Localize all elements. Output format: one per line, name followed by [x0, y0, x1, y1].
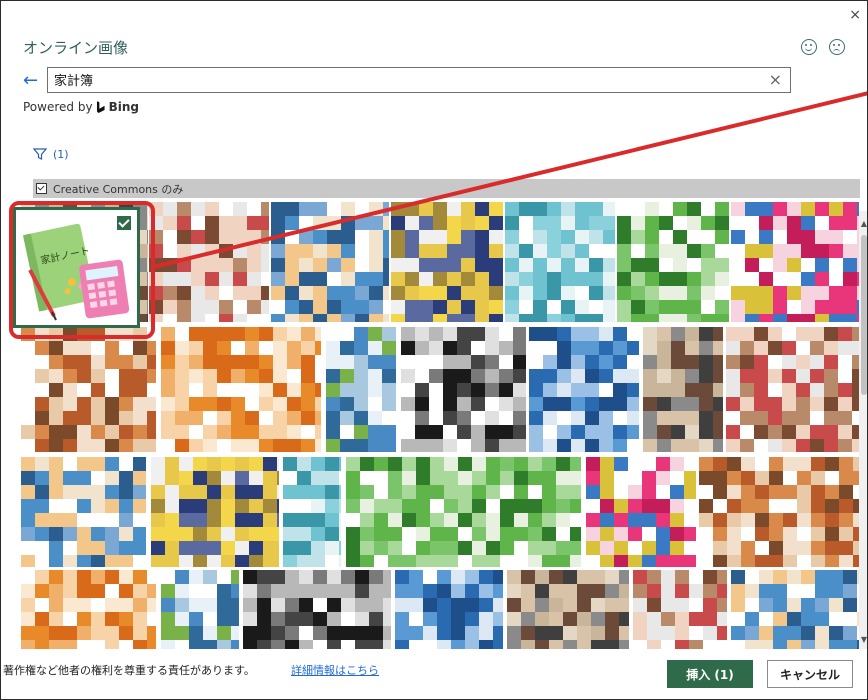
image-result-tile[interactable] — [243, 570, 391, 649]
creative-commons-label: Creative Commons のみ — [53, 182, 184, 196]
filter-count: (1) — [53, 147, 69, 161]
thumbnail-image — [346, 457, 581, 567]
highlight-annotation-box — [9, 201, 155, 339]
thumbnail-image — [161, 327, 321, 452]
thumbnail-image — [283, 457, 341, 567]
image-result-tile[interactable] — [529, 327, 639, 452]
image-result-tile[interactable] — [699, 457, 859, 567]
image-result-tile[interactable] — [21, 457, 146, 567]
thumbnail-image — [505, 202, 615, 322]
feedback-buttons — [801, 39, 845, 55]
thumbnail-image — [391, 202, 503, 322]
thumbnail-image — [161, 570, 239, 649]
image-result-tile[interactable] — [507, 570, 629, 649]
image-result-tile[interactable] — [283, 457, 341, 567]
thumbnail-image — [643, 327, 723, 452]
image-result-tile[interactable] — [161, 327, 321, 452]
clear-search-icon[interactable]: × — [769, 70, 782, 89]
thumbnail-image — [726, 327, 859, 452]
thumbnail-image — [507, 570, 629, 649]
search-box[interactable]: × — [47, 67, 791, 93]
insert-button[interactable]: 挿入 (1) — [667, 660, 753, 688]
funnel-icon — [33, 148, 47, 160]
image-result-tile[interactable] — [586, 457, 696, 567]
thumbnail-image — [326, 327, 396, 452]
powered-by: Powered by Bing — [23, 100, 139, 114]
thumbnail-image — [586, 457, 696, 567]
image-result-tile[interactable] — [505, 202, 615, 322]
image-result-tile[interactable] — [731, 202, 859, 322]
smile-icon[interactable] — [801, 39, 817, 55]
image-result-tile[interactable] — [161, 570, 239, 649]
thumbnail-image — [731, 570, 859, 649]
image-result-tile[interactable] — [21, 570, 156, 649]
image-result-tile[interactable] — [391, 202, 503, 322]
image-result-tile[interactable] — [149, 202, 269, 322]
image-result-tile[interactable] — [271, 202, 389, 322]
thumbnail-image — [151, 457, 279, 567]
scroll-up-icon[interactable]: ▲ — [859, 219, 867, 229]
image-result-tile[interactable] — [633, 570, 727, 649]
thumbnail-image — [21, 327, 156, 452]
thumbnail-image — [699, 457, 859, 567]
thumbnail-image — [633, 570, 727, 649]
image-result-tile[interactable] — [346, 457, 581, 567]
thumbnail-image — [21, 570, 156, 649]
image-result-tile[interactable] — [643, 327, 723, 452]
dialog-title: オンライン画像 — [23, 39, 129, 57]
creative-commons-checkbox[interactable] — [36, 183, 47, 194]
filter-button[interactable]: (1) — [33, 147, 69, 161]
thumbnail-image — [271, 202, 389, 322]
image-result-tile[interactable] — [726, 327, 859, 452]
powered-by-label: Powered by — [23, 100, 93, 114]
copyright-notice: 著作権など他者の権利を尊重する責任があります。 — [3, 664, 255, 677]
search-input[interactable] — [48, 68, 740, 90]
bing-label: Bing — [108, 100, 139, 114]
thumbnail-image — [617, 202, 729, 322]
frown-icon[interactable] — [829, 39, 845, 55]
thumbnail-image — [731, 202, 859, 322]
creative-commons-filter[interactable]: Creative Commons のみ — [33, 179, 860, 198]
image-result-tile[interactable] — [395, 570, 503, 649]
thumbnail-image — [243, 570, 391, 649]
thumbnail-image — [529, 327, 639, 452]
image-result-tile[interactable] — [617, 202, 729, 322]
cancel-button[interactable]: キャンセル — [767, 660, 853, 688]
image-result-tile[interactable] — [21, 327, 156, 452]
online-pictures-dialog: × オンライン画像 ← × Powered by Bing (1) Creati… — [0, 0, 868, 700]
image-result-tile[interactable] — [326, 327, 396, 452]
thumbnail-image — [401, 327, 526, 452]
thumbnail-image — [149, 202, 269, 322]
back-arrow-icon[interactable]: ← — [23, 71, 38, 91]
more-info-link[interactable]: 詳細情報はこちら — [291, 662, 379, 678]
bing-logo-icon — [96, 101, 105, 113]
thumbnail-image — [21, 457, 146, 567]
image-result-tile[interactable] — [731, 570, 859, 649]
thumbnail-image — [395, 570, 503, 649]
results-scrollbar[interactable]: ▲ ▼ — [859, 211, 867, 649]
image-result-tile[interactable] — [401, 327, 526, 452]
scroll-down-icon[interactable]: ▼ — [859, 635, 867, 645]
scroll-thumb[interactable] — [861, 235, 867, 395]
image-result-tile[interactable] — [151, 457, 279, 567]
close-icon[interactable]: × — [849, 7, 861, 23]
